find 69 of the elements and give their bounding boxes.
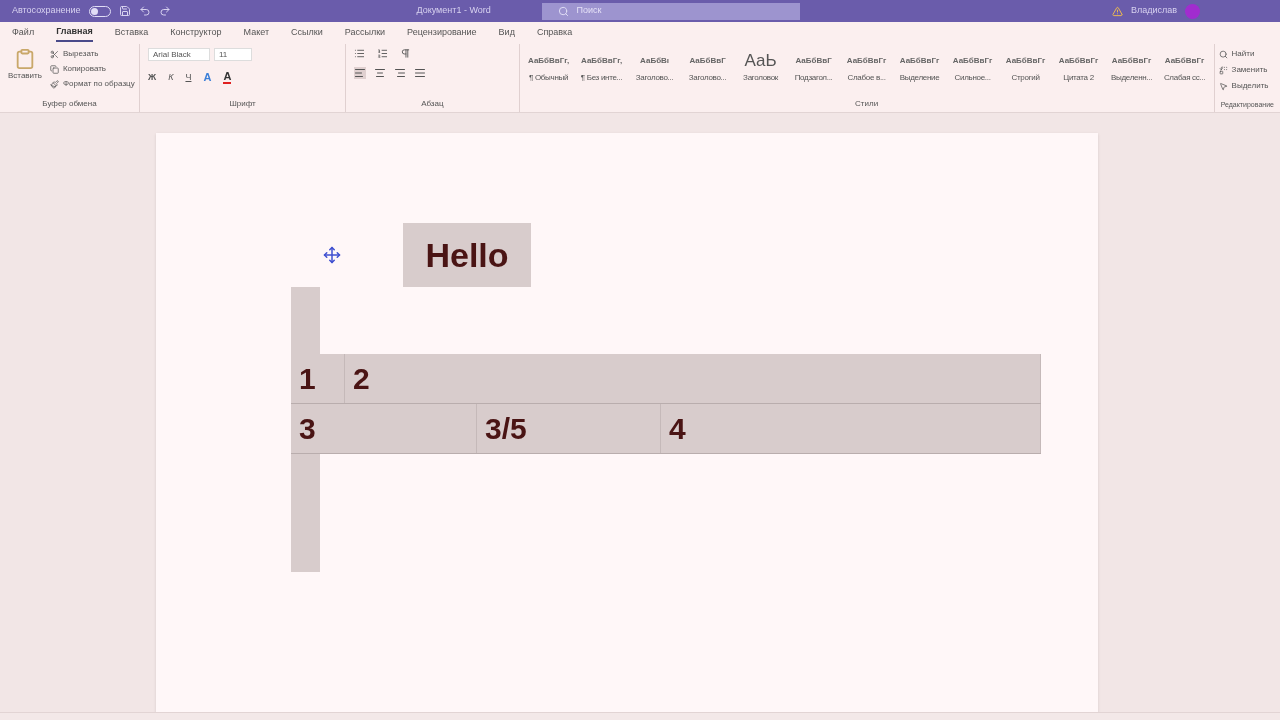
style-preset[interactable]: АаБбВвГг Строгий [1000,52,1051,84]
table-cell: 4 [661,404,1041,453]
group-label: Абзац [420,98,445,110]
style-preset[interactable]: АаБбВвГг Цитата 2 [1053,52,1104,84]
ribbon-tab[interactable]: Главная [56,24,93,42]
editing-command[interactable]: Заменить [1218,64,1276,76]
ribbon-tab[interactable]: Рецензирование [407,24,477,42]
save-icon[interactable] [118,5,131,17]
style-preset[interactable]: АаБбВвГг Выделенн... [1106,52,1157,84]
clipboard-command[interactable]: Формат по образцу [49,78,135,90]
style-preset[interactable]: АаЬ Заголовок [735,52,786,84]
style-preset[interactable]: АаБбВвГг Выделение [894,52,945,84]
align-left-icon[interactable] [354,67,367,79]
autosave-label: Автосохранение [12,4,81,18]
font-color-button[interactable]: A [223,70,232,84]
window-title: Документ1 - Word [415,4,492,18]
scissors-icon [49,49,59,59]
ribbon-tab[interactable]: Вид [498,24,515,42]
clipboard-command[interactable]: Копировать [49,63,135,75]
group-label: Шрифт [228,98,257,110]
table-cell: 3 [291,404,477,453]
style-preset[interactable]: АаБбВвГг, ¶ Без инте... [576,52,627,84]
paintbrush-icon [49,79,59,89]
pointer-icon [1218,81,1228,91]
style-preset[interactable]: АаБбВвГ Заголово... [682,52,733,84]
style-preset[interactable]: АаБбВвГг Слабая сс... [1159,52,1210,84]
style-preset[interactable]: АаБбВвГг, ¶ Обычный [523,52,574,84]
ribbon-tab[interactable]: Файл [12,24,35,42]
replace-icon [1218,65,1228,75]
group-label: Буфер обмена [41,98,98,110]
editing-command[interactable]: Найти [1218,48,1276,60]
table-cell: 3/5 [477,404,661,453]
group-label: Стили [854,98,880,110]
bullets-icon[interactable] [354,48,366,59]
style-preset[interactable]: АаБбВвГ Подзагол... [788,52,839,84]
style-preset[interactable]: АаБбВвГг Слабое в... [841,52,892,84]
underline-button[interactable]: Ч [185,70,192,84]
font-family-field[interactable]: Arial Black [148,48,210,61]
redo-icon[interactable] [158,5,171,17]
copy-icon [49,64,59,74]
search-icon [557,5,569,17]
italic-button[interactable]: К [168,70,174,84]
clipboard-command[interactable]: Вырезать [49,48,135,60]
ribbon-tab[interactable]: Конструктор [170,24,222,42]
font-size-field[interactable]: 11 [214,48,252,61]
ribbon-tab[interactable]: Ссылки [291,24,323,42]
ribbon-tab[interactable]: Макет [243,24,269,42]
ribbon-tab[interactable]: Вставка [114,24,149,42]
search-icon [1218,49,1228,59]
table-move-handle-icon[interactable] [323,246,341,264]
align-right-icon[interactable] [394,67,407,79]
editing-command[interactable]: Выделить [1218,80,1276,92]
heading-text: Hello [403,223,531,287]
table-cell: 1 [291,354,345,403]
user-name: Владислав [1130,4,1177,18]
align-center-icon[interactable] [374,67,387,79]
undo-icon[interactable] [138,5,151,17]
style-preset[interactable]: АаБбВвГг Сильное... [947,52,998,84]
style-preset[interactable]: АаБбВı Заголово... [629,52,680,84]
ribbon-tab[interactable]: Рассылки [344,24,386,42]
paste-button[interactable]: Вставить [8,48,42,82]
numbering-icon[interactable] [377,48,389,59]
table-cell: 2 [345,354,1041,403]
pilcrow-icon[interactable] [400,48,412,59]
bold-button[interactable]: Ж [148,70,157,84]
warning-icon [1111,5,1123,17]
justify-icon[interactable] [414,67,427,79]
text-effects-button[interactable]: A [203,69,212,86]
ribbon-tab[interactable]: Справка [536,24,573,42]
